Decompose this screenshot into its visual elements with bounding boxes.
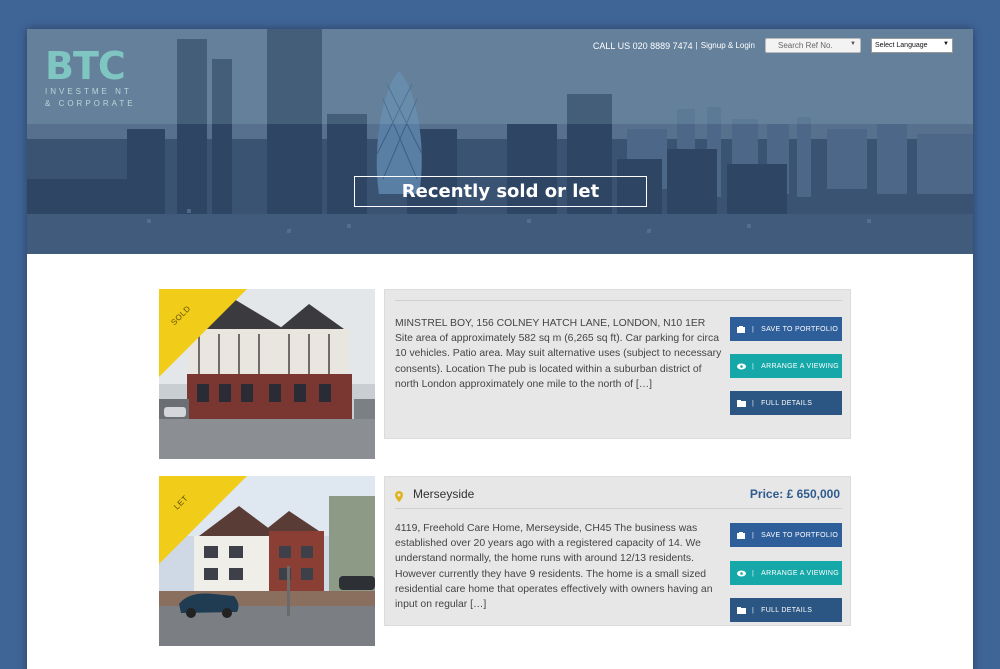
save-to-portfolio-button[interactable]: | SAVE TO PORTFOLIO [730, 317, 842, 341]
chevron-down-icon: ▼ [943, 41, 949, 47]
language-select[interactable]: Select Language ▼ [871, 38, 953, 53]
nav-separator: | [695, 41, 698, 50]
hero-banner: BTC INVESTME NT & CORPORATE CALL US 020 … [27, 29, 973, 254]
chevron-down-icon: ▼ [850, 41, 856, 47]
details-button-label: FULL DETAILS [761, 606, 813, 614]
save-to-portfolio-button[interactable]: | SAVE TO PORTFOLIO [730, 523, 842, 547]
folder-icon [737, 606, 746, 614]
logo-mark: BTC [45, 44, 126, 88]
search-ref-placeholder: Search Ref No. [778, 41, 833, 50]
listing-description: 4119, Freehold Care Home, Merseyside, CH… [395, 523, 713, 611]
logo-line1: INVESTME NT [45, 87, 132, 96]
status-ribbon [159, 289, 247, 377]
top-nav: CALL US 020 8889 7474 | Signup & Login S… [593, 38, 953, 53]
divider [395, 300, 842, 301]
full-details-button[interactable]: | FULL DETAILS [730, 391, 842, 415]
search-ref-input[interactable]: Search Ref No. ▼ [765, 38, 861, 53]
signup-login-link[interactable]: Signup & Login [701, 41, 755, 50]
page-title: Recently sold or let [354, 176, 647, 207]
viewing-button-label: ARRANGE A VIEWING [761, 362, 839, 370]
arrange-viewing-button[interactable]: | ARRANGE A VIEWING [730, 561, 842, 585]
listing-card: MINSTREL BOY, 156 COLNEY HATCH LANE, LON… [384, 289, 851, 439]
divider [395, 508, 842, 509]
call-us-text: CALL US 020 8889 7474 [592, 40, 693, 51]
arrange-viewing-button[interactable]: | ARRANGE A VIEWING [730, 354, 842, 378]
property-photo[interactable]: SOLD [159, 289, 375, 459]
eye-icon [737, 570, 746, 577]
language-select-value: Select Language [875, 42, 928, 49]
save-button-label: SAVE TO PORTFOLIO [761, 325, 839, 333]
listing-card: Merseyside Price: £ 650,000 4119, Freeho… [384, 476, 851, 626]
save-button-label: SAVE TO PORTFOLIO [761, 531, 839, 539]
browser-window: BTC INVESTME NT & CORPORATE CALL US 020 … [27, 29, 973, 669]
viewing-button-label: ARRANGE A VIEWING [761, 569, 839, 577]
property-photo[interactable]: LET [159, 476, 375, 646]
property-listing: LET Merseyside Price: £ 650,000 4119, Fr… [159, 476, 851, 646]
status-ribbon [159, 476, 247, 564]
map-pin-icon [395, 489, 403, 502]
property-listing: SOLD MINSTREL BOY, 156 COLNEY HATCH LANE… [159, 289, 851, 459]
logo-line2: & CORPORATE [45, 99, 136, 108]
listing-location: Merseyside [395, 487, 475, 502]
portfolio-icon [737, 531, 745, 539]
details-button-label: FULL DETAILS [761, 399, 813, 407]
listing-description: MINSTREL BOY, 156 COLNEY HATCH LANE, LON… [395, 318, 722, 390]
folder-icon [737, 399, 746, 407]
full-details-button[interactable]: | FULL DETAILS [730, 598, 842, 622]
logo[interactable]: BTC INVESTME NT & CORPORATE [45, 47, 136, 109]
eye-icon [737, 363, 746, 370]
portfolio-icon [737, 325, 745, 333]
listing-price: Price: £ 650,000 [749, 487, 840, 501]
location-label: Merseyside [413, 487, 475, 501]
